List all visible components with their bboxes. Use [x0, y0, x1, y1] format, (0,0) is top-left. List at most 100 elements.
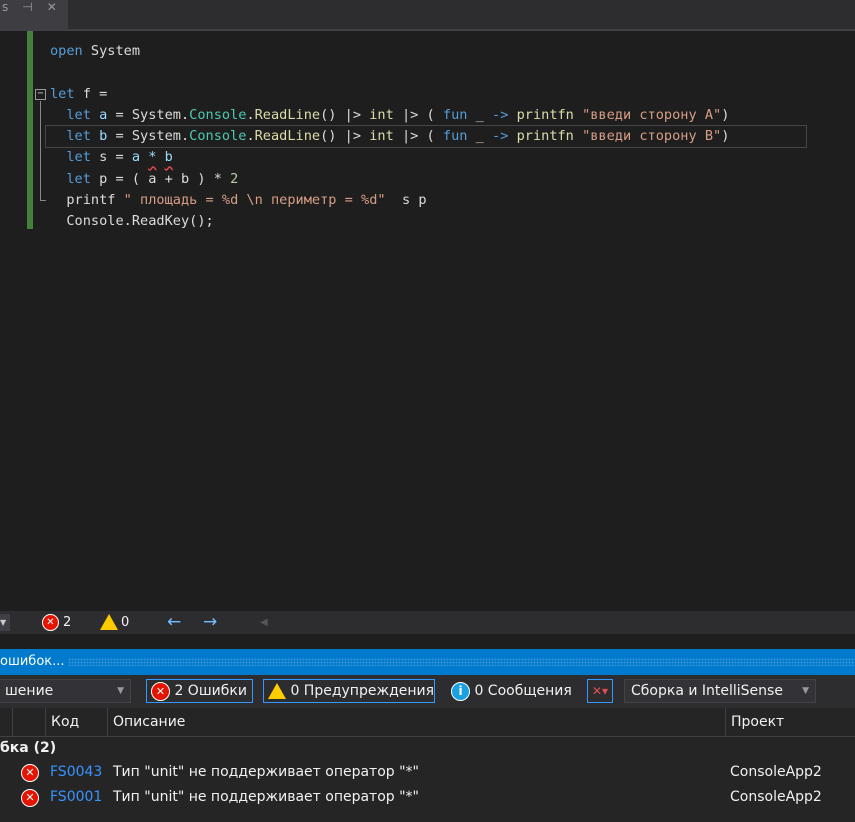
code-token: =: [107, 149, 132, 166]
code-token: let: [50, 85, 83, 102]
messages-label: 0 Сообщения: [474, 683, 572, 699]
code-line[interactable]: Console.ReadKey();: [50, 211, 806, 232]
code-token: printfn: [516, 106, 574, 123]
warnings-label: 0 Предупреждения: [290, 683, 435, 699]
collapse-icon[interactable]: −: [35, 89, 46, 100]
code-line[interactable]: printf " площадь = %d \n периметр = %d" …: [50, 190, 806, 211]
clear-filter-button[interactable]: ✕▾: [587, 679, 613, 703]
editor-status-bar: ▼ ✕ 2 0 ← → ◀: [0, 611, 855, 634]
error-description: Тип "unit" не поддерживает оператор "*": [113, 789, 419, 805]
code-token: ): [721, 106, 730, 123]
column-code-label: Код: [51, 714, 80, 730]
drag-grip[interactable]: [68, 658, 855, 666]
code-line[interactable]: [50, 62, 806, 83]
code-token: s p: [385, 192, 427, 209]
error-row[interactable]: ✕ FS0001 Тип "unit" не поддерживает опер…: [0, 785, 855, 810]
scope-combo[interactable]: шение ▼: [0, 679, 131, 703]
error-icon: ✕: [21, 764, 39, 782]
scope-value: шение: [5, 683, 54, 699]
messages-filter-button[interactable]: i 0 Сообщения: [446, 679, 577, 703]
code-line[interactable]: let a = System.Console.ReadLine() |> int…: [50, 105, 806, 126]
code-token: ->: [492, 106, 509, 123]
code-token: ReadKey: [131, 213, 190, 230]
code-token: _: [467, 128, 493, 145]
code-token: fun: [442, 106, 468, 123]
info-icon: i: [451, 681, 470, 701]
pin-icon[interactable]: ⊣: [22, 0, 32, 14]
dropdown-icon[interactable]: ▼: [0, 614, 10, 631]
code-token: b: [164, 149, 173, 166]
error-list: бка (2) ✕ FS0043 Тип "unit" не поддержив…: [0, 737, 855, 822]
back-arrow-icon[interactable]: ←: [167, 611, 181, 634]
code-token: ): [721, 128, 730, 145]
code-token: .: [246, 106, 255, 123]
error-list-header: Код Описание Проект: [0, 708, 855, 737]
code-token: System: [90, 43, 141, 59]
column-description[interactable]: Описание: [107, 708, 725, 736]
code-line[interactable]: let f =: [50, 84, 806, 105]
warning-count[interactable]: 0: [121, 611, 129, 634]
code-token: b: [180, 170, 190, 187]
error-project: ConsoleApp2: [730, 764, 822, 780]
error-code-link[interactable]: FS0043: [50, 760, 102, 785]
error-row[interactable]: ✕ FS0043 Тип "unit" не поддерживает опер…: [0, 760, 855, 785]
code-line[interactable]: let b = System.Console.ReadLine() |> int…: [45, 125, 807, 149]
warning-icon[interactable]: [100, 614, 118, 630]
code-editor[interactable]: − open System let f = let a = System.Con…: [0, 31, 855, 611]
document-tab-bar: s ⊣ ✕: [0, 0, 855, 31]
code-token: printfn: [516, 128, 574, 145]
code-token: ) *: [189, 170, 231, 187]
code-token: f =: [82, 85, 108, 102]
code-token: int: [369, 106, 394, 123]
code-line[interactable]: let p = ( a + b ) * 2: [50, 169, 806, 190]
error-icon: ✕: [21, 789, 39, 807]
code-token: ReadLine: [254, 106, 321, 123]
code-token: |> (: [393, 106, 443, 123]
code-token: ();: [189, 213, 214, 230]
code-token: () |>: [320, 106, 370, 123]
chevron-down-icon: ▼: [802, 686, 809, 696]
scroll-left-icon[interactable]: ◀: [260, 611, 268, 634]
warnings-filter-button[interactable]: 0 Предупреждения: [263, 679, 435, 703]
code-line[interactable]: let s = a * b: [50, 147, 806, 168]
column-description-label: Описание: [113, 714, 186, 730]
panel-title: ошибок...: [0, 654, 65, 669]
error-list-title-bar: ошибок...: [0, 649, 855, 675]
code-text[interactable]: open System let f = let a = System.Conso…: [45, 41, 807, 233]
code-token: Console: [189, 128, 247, 145]
error-icon: ✕: [151, 681, 170, 701]
error-project: ConsoleApp2: [730, 789, 822, 805]
column-code[interactable]: Код: [45, 708, 107, 736]
column-project[interactable]: Проект: [725, 708, 855, 736]
error-code-link[interactable]: FS0001: [50, 785, 102, 810]
code-line[interactable]: open System: [50, 41, 806, 62]
code-token: let: [50, 128, 100, 145]
tab-label: s: [2, 0, 9, 14]
warning-icon: [268, 683, 286, 699]
column-icon[interactable]: [12, 708, 46, 736]
code-token: open: [50, 43, 91, 59]
code-token: fun: [442, 128, 468, 145]
error-count[interactable]: 2: [63, 611, 71, 634]
filter-clear-icon: ✕▾: [591, 684, 609, 698]
close-icon[interactable]: ✕: [47, 0, 57, 14]
code-token: ReadLine: [254, 128, 321, 145]
errors-label: 2 Ошибки: [174, 683, 247, 699]
code-token: |> (: [393, 128, 443, 145]
code-token: "введи сторону B": [582, 128, 722, 145]
error-icon[interactable]: ✕: [42, 614, 59, 631]
document-tab[interactable]: s ⊣ ✕: [0, 0, 68, 29]
code-token: ->: [492, 128, 509, 145]
error-description: Тип "unit" не поддерживает оператор "*": [113, 764, 419, 780]
forward-arrow-icon[interactable]: →: [203, 611, 217, 634]
code-token: Console.: [50, 213, 132, 230]
code-token: int: [369, 128, 394, 145]
source-combo[interactable]: Сборка и IntelliSense ▼: [624, 679, 816, 703]
errors-filter-button[interactable]: ✕ 2 Ошибки: [146, 679, 253, 703]
group-header[interactable]: бка (2): [0, 740, 56, 756]
code-token: Console: [189, 106, 247, 123]
